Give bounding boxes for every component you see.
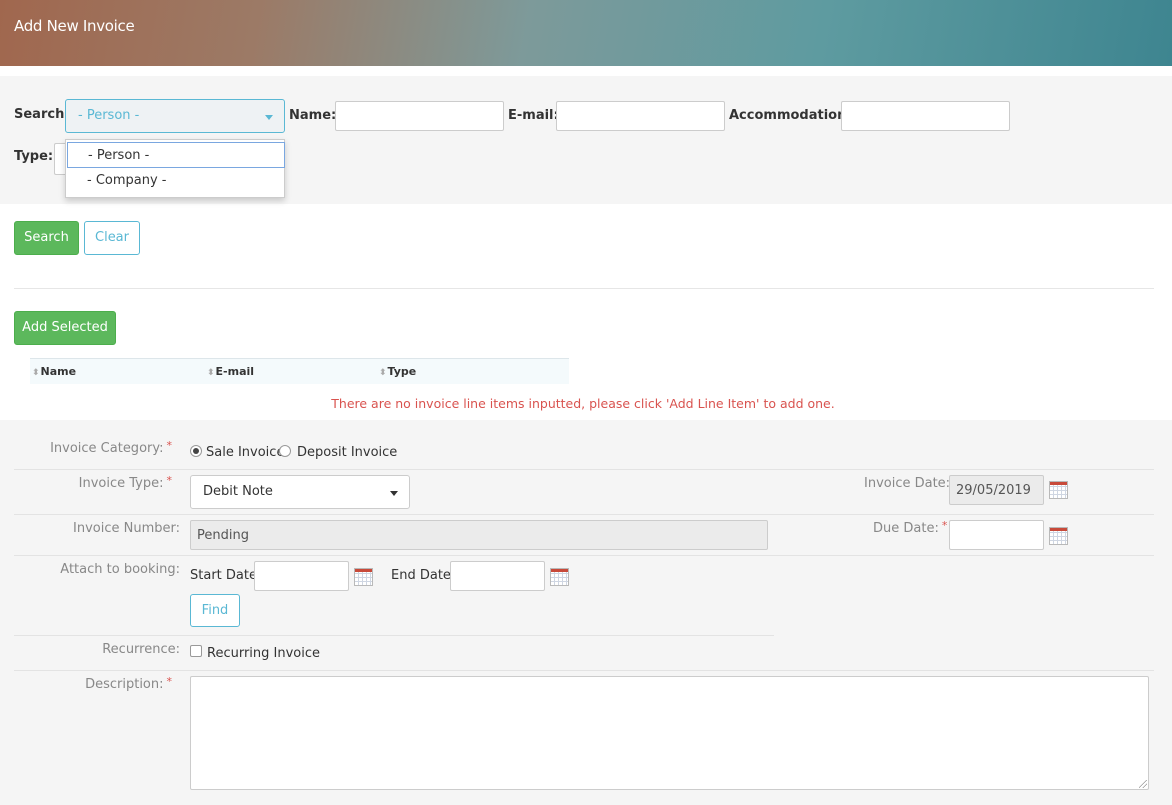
email-input[interactable]	[556, 101, 725, 131]
sale-invoice-radio[interactable]	[190, 445, 202, 457]
column-header-name[interactable]: ⬍Name	[32, 365, 76, 378]
invoice-number-input: Pending	[190, 520, 768, 550]
chevron-down-icon	[265, 115, 273, 120]
results-table-header: ⬍Name ⬍E-mail ⬍Type	[30, 358, 569, 384]
recurring-invoice-label: Recurring Invoice	[207, 646, 321, 661]
page-header: Add New Invoice	[0, 0, 1172, 66]
invoice-type-label: Invoice Type: *	[78, 474, 172, 491]
accommodation-input[interactable]	[841, 101, 1010, 131]
invoice-type-select[interactable]: Debit Note	[190, 475, 410, 509]
clear-button[interactable]: Clear	[84, 221, 140, 255]
recurrence-label: Recurrence:	[102, 642, 180, 657]
row-divider	[14, 514, 1154, 515]
calendar-icon[interactable]	[1049, 527, 1068, 545]
search-button[interactable]: Search	[14, 221, 79, 255]
description-textarea[interactable]	[190, 676, 1149, 790]
due-date-input[interactable]	[949, 520, 1044, 550]
calendar-icon[interactable]	[550, 568, 569, 586]
search-type-dropdown: - Person - - Company -	[65, 139, 285, 198]
calendar-icon[interactable]	[1049, 481, 1068, 499]
column-header-email[interactable]: ⬍E-mail	[207, 365, 254, 378]
row-divider	[14, 635, 774, 636]
search-label: Search:	[14, 107, 70, 122]
attach-booking-label: Attach to booking:	[60, 562, 180, 577]
sort-icon: ⬍	[32, 368, 40, 378]
no-line-items-message: There are no invoice line items inputted…	[331, 396, 835, 411]
invoice-date-value: 29/05/2019	[956, 483, 1031, 498]
row-divider	[14, 555, 1154, 556]
sort-icon: ⬍	[379, 368, 387, 378]
invoice-number-value: Pending	[197, 528, 249, 543]
resize-handle-icon[interactable]	[1139, 780, 1147, 788]
invoice-number-label: Invoice Number:	[73, 521, 180, 536]
deposit-invoice-radio[interactable]	[279, 445, 291, 457]
page-title: Add New Invoice	[14, 17, 135, 35]
sale-invoice-label: Sale Invoice	[206, 445, 285, 460]
row-divider	[14, 469, 1154, 470]
end-date-input[interactable]	[450, 561, 545, 591]
dropdown-option-person[interactable]: - Person -	[67, 142, 285, 168]
row-divider	[14, 670, 1154, 671]
start-date-input[interactable]	[254, 561, 349, 591]
deposit-invoice-label: Deposit Invoice	[297, 445, 398, 460]
name-label: Name:	[289, 108, 337, 123]
find-button[interactable]: Find	[190, 594, 240, 627]
search-type-value: - Person -	[78, 108, 140, 123]
invoice-category-label: Invoice Category: *	[50, 439, 172, 456]
calendar-icon[interactable]	[354, 568, 373, 586]
divider	[14, 288, 1154, 289]
invoice-date-input: 29/05/2019	[949, 475, 1044, 505]
recurring-invoice-checkbox[interactable]	[190, 645, 202, 657]
column-header-type[interactable]: ⬍Type	[379, 365, 416, 378]
chevron-down-icon	[390, 491, 398, 496]
type-label: Type:	[14, 149, 54, 164]
name-input[interactable]	[335, 101, 504, 131]
invoice-date-label: Invoice Date:	[864, 476, 951, 491]
dropdown-option-company[interactable]: - Company -	[67, 168, 285, 194]
email-label: E-mail:	[508, 108, 559, 123]
search-type-select[interactable]: - Person -	[65, 99, 285, 133]
start-date-label: Start Date:	[190, 568, 262, 583]
description-label: Description: *	[85, 675, 172, 692]
add-selected-button[interactable]: Add Selected	[14, 311, 116, 345]
accommodation-label: Accommodation:	[729, 108, 852, 123]
invoice-type-value: Debit Note	[203, 484, 273, 499]
sort-icon: ⬍	[207, 368, 215, 378]
end-date-label: End Date:	[391, 568, 456, 583]
due-date-label: Due Date: *	[873, 519, 948, 536]
